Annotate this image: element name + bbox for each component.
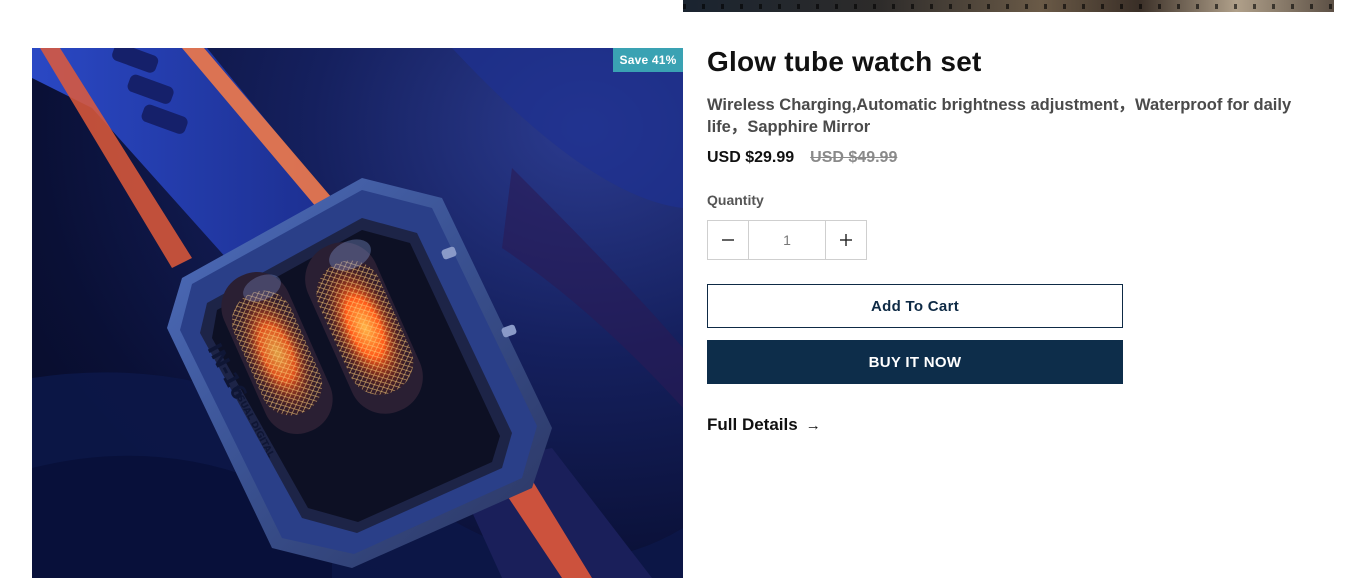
quantity-label: Quantity — [707, 192, 764, 208]
product-title: Glow tube watch set — [707, 46, 982, 77]
compare-price: USD $49.99 — [810, 149, 898, 166]
minus-icon — [722, 239, 734, 241]
product-page: IN-16 VISUAL DIGITAL Save 41% Glow tube … — [0, 0, 1366, 578]
full-details-link[interactable]: Full Details → — [707, 415, 821, 435]
plus-icon — [840, 234, 852, 246]
quantity-increase-button[interactable] — [825, 221, 866, 259]
arrow-right-icon: → — [805, 416, 821, 434]
price-row: USD $29.99 USD $49.99 — [707, 149, 897, 167]
sale-price: USD $29.99 — [707, 149, 795, 166]
add-to-cart-button[interactable]: Add To Cart — [707, 284, 1123, 328]
full-details-label: Full Details — [707, 415, 798, 434]
watch-illustration: IN-16 VISUAL DIGITAL — [32, 48, 683, 578]
quantity-stepper — [707, 220, 867, 260]
product-image[interactable]: IN-16 VISUAL DIGITAL — [32, 48, 683, 578]
previous-image-strip — [683, 0, 1334, 12]
quantity-input[interactable] — [749, 221, 825, 259]
save-badge: Save 41% — [613, 48, 683, 72]
quantity-decrease-button[interactable] — [708, 221, 749, 259]
buy-now-button[interactable]: BUY IT NOW — [707, 340, 1123, 384]
product-subtitle: Wireless Charging,Automatic brightness a… — [707, 96, 1292, 136]
